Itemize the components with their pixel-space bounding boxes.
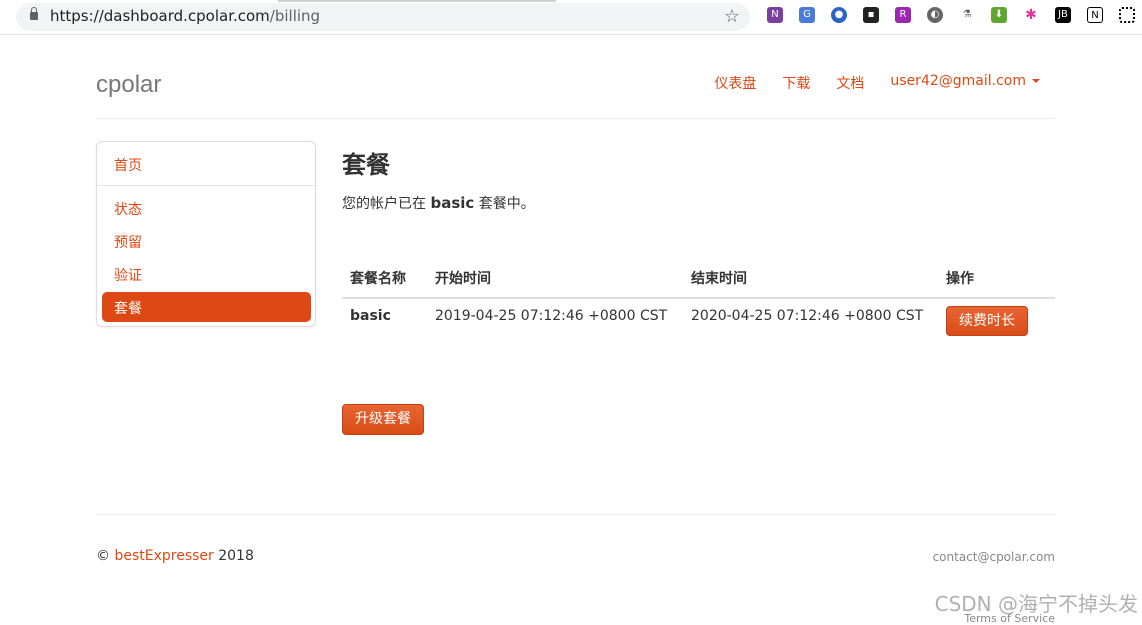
sidebar-item-reserved[interactable]: 预留 (114, 232, 142, 252)
header-divider (96, 118, 1055, 119)
onenote-icon[interactable]: N (767, 7, 783, 23)
extension-icon[interactable]: ● (831, 7, 847, 23)
author-link[interactable]: bestExpresser (114, 548, 213, 564)
browser-toolbar: https://dashboard.cpolar.com/billing ☆ N… (0, 0, 1142, 35)
sidebar-item-home[interactable]: 首页 (114, 155, 142, 175)
sidebar-item-billing[interactable]: 套餐 (102, 292, 311, 322)
sidebar-item-auth[interactable]: 验证 (114, 265, 142, 285)
upgrade-plan-button[interactable]: 升级套餐 (342, 404, 424, 435)
copyright-year: 2018 (218, 548, 254, 564)
col-action: 操作 (946, 271, 974, 287)
nav-docs[interactable]: 文档 (836, 73, 864, 93)
notion-icon[interactable]: N (1087, 7, 1103, 23)
url-text[interactable]: https://dashboard.cpolar.com/billing (50, 7, 320, 25)
sidebar-divider (97, 185, 315, 186)
lock-icon[interactable] (30, 7, 38, 20)
cell-end-time: 2020-04-25 07:12:46 +0800 CST (691, 308, 924, 324)
current-plan: basic (430, 194, 475, 212)
sidebar: 首页 状态 预留 验证 套餐 (96, 141, 316, 327)
user-menu[interactable]: user42@gmail.com (890, 73, 1040, 93)
address-bar[interactable]: https://dashboard.cpolar.com/billing ☆ (16, 3, 750, 31)
nav-download[interactable]: 下载 (782, 73, 810, 93)
contact-link[interactable]: contact@cpolar.com (933, 550, 1055, 564)
cell-start-time: 2019-04-25 07:12:46 +0800 CST (435, 308, 668, 324)
brand-logo[interactable]: cpolar (96, 71, 161, 99)
extension-icon[interactable]: ⚗ (959, 7, 975, 23)
col-plan-name: 套餐名称 (350, 271, 406, 287)
page-title: 套餐 (342, 151, 390, 179)
col-start-time: 开始时间 (435, 271, 491, 287)
sidebar-item-label: 套餐 (114, 301, 142, 317)
copyright: © bestExpresser 2018 (96, 548, 254, 564)
footer-divider (96, 514, 1055, 515)
plan-description: 您的帐户已在 basic 套餐中。 (342, 193, 535, 213)
extension-icon[interactable]: ⬇ (991, 7, 1007, 23)
nav-dashboard[interactable]: 仪表盘 (714, 73, 756, 93)
translate-icon[interactable]: G (799, 7, 815, 23)
copyright-symbol: © (96, 548, 110, 564)
desc-suffix: 套餐中。 (478, 196, 535, 212)
watermark: CSDN @海宁不掉头发 (934, 592, 1138, 616)
qr-code-icon[interactable] (1119, 7, 1135, 23)
caret-down-icon (1032, 79, 1040, 83)
extension-icon[interactable]: ▪ (863, 7, 879, 23)
user-email[interactable]: user42@gmail.com (890, 73, 1026, 89)
desc-prefix: 您的帐户已在 (342, 196, 426, 212)
top-nav: 仪表盘 下载 文档 user42@gmail.com (714, 73, 1040, 93)
cell-plan-name: basic (350, 308, 391, 324)
sidebar-item-status[interactable]: 状态 (114, 199, 142, 219)
tab-loading-indicator (278, 0, 556, 2)
bookmark-star-icon[interactable]: ☆ (724, 6, 740, 27)
extension-icon[interactable]: ◐ (927, 7, 943, 23)
extension-icon[interactable]: ✱ (1023, 7, 1039, 23)
renew-button[interactable]: 续费时长 (946, 306, 1028, 336)
extension-icon[interactable]: R (895, 7, 911, 23)
col-end-time: 结束时间 (691, 271, 747, 287)
jetbrains-icon[interactable]: JB (1055, 7, 1071, 23)
table-header-divider (342, 297, 1055, 299)
